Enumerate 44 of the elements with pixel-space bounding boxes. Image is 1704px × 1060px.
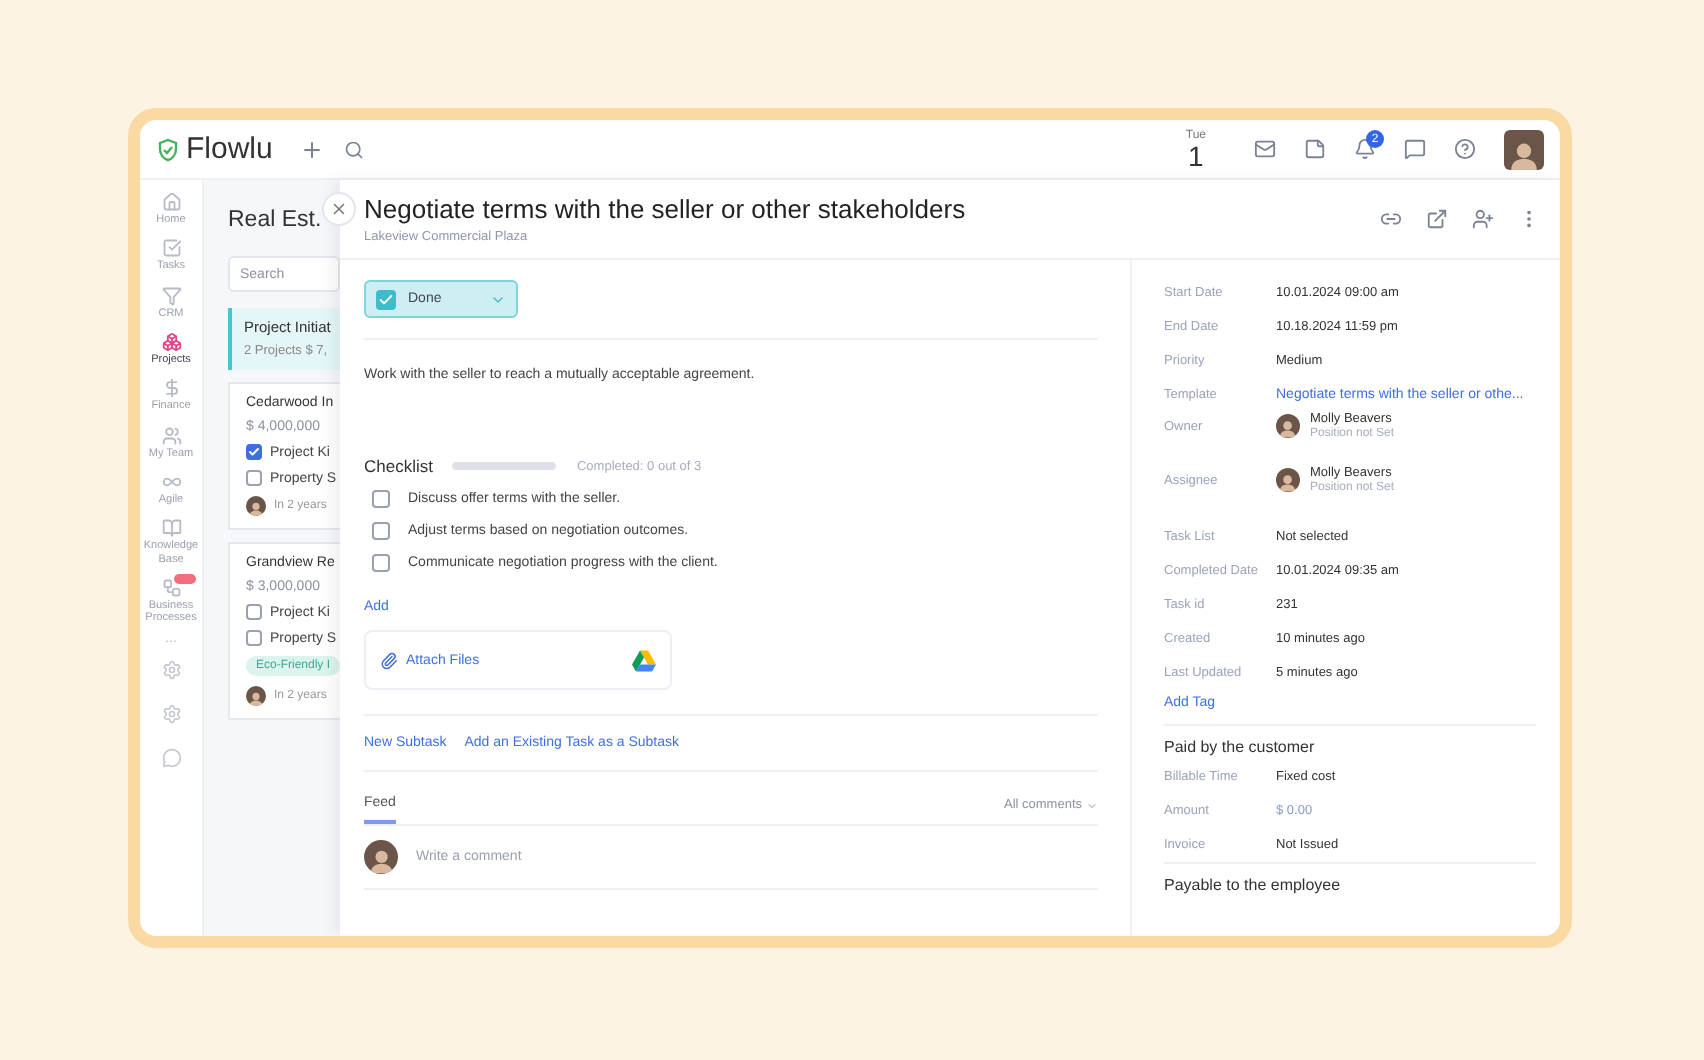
note-icon[interactable] bbox=[1304, 138, 1326, 160]
flow-icon bbox=[161, 577, 181, 598]
avatar bbox=[246, 686, 266, 706]
drive-logo-icon bbox=[632, 649, 656, 671]
user-avatar bbox=[1504, 129, 1544, 169]
checkbox[interactable] bbox=[372, 554, 390, 572]
people-icon bbox=[161, 425, 181, 446]
task-title: Negotiate terms with the seller or other stakeholders bbox=[364, 194, 968, 224]
checkbox-icon bbox=[161, 238, 181, 259]
checkbox[interactable] bbox=[372, 490, 390, 508]
cubes-icon bbox=[161, 331, 181, 352]
caret-icon bbox=[1086, 799, 1098, 811]
avatar bbox=[364, 840, 398, 874]
paperclip-icon bbox=[380, 651, 398, 669]
chat-icon[interactable] bbox=[1404, 138, 1426, 160]
book-icon bbox=[161, 518, 181, 539]
home-icon bbox=[161, 192, 181, 212]
avatar bbox=[1276, 468, 1300, 492]
checklist-title: Checklist bbox=[364, 456, 433, 476]
avatar bbox=[1276, 414, 1300, 438]
help-icon[interactable] bbox=[1454, 138, 1476, 160]
close-button[interactable] bbox=[322, 192, 356, 226]
app-logo: Flowlu bbox=[156, 132, 273, 166]
checkbox[interactable] bbox=[246, 470, 262, 486]
mail-icon[interactable] bbox=[1254, 138, 1276, 160]
day-number: 1 bbox=[1188, 141, 1204, 169]
shield-check-icon bbox=[156, 137, 180, 161]
link-icon[interactable] bbox=[1380, 208, 1402, 230]
funnel-icon bbox=[161, 285, 181, 306]
checkbox[interactable] bbox=[246, 630, 262, 646]
add-user-icon[interactable] bbox=[1472, 208, 1494, 230]
dollar-icon bbox=[161, 378, 181, 399]
checkbox[interactable] bbox=[372, 522, 390, 540]
checkbox[interactable] bbox=[246, 604, 262, 620]
section-title: Payable to the employee bbox=[1164, 874, 1343, 898]
new-badge bbox=[173, 573, 195, 584]
close-icon bbox=[330, 200, 348, 218]
avatar bbox=[246, 496, 266, 516]
search-button[interactable] bbox=[344, 139, 365, 159]
checkbox[interactable] bbox=[246, 444, 262, 460]
open-external-icon[interactable] bbox=[1426, 208, 1448, 230]
board-title: Real Est. bbox=[228, 206, 322, 234]
section-title: Paid by the customer bbox=[1164, 736, 1317, 760]
add-button[interactable] bbox=[300, 137, 325, 161]
